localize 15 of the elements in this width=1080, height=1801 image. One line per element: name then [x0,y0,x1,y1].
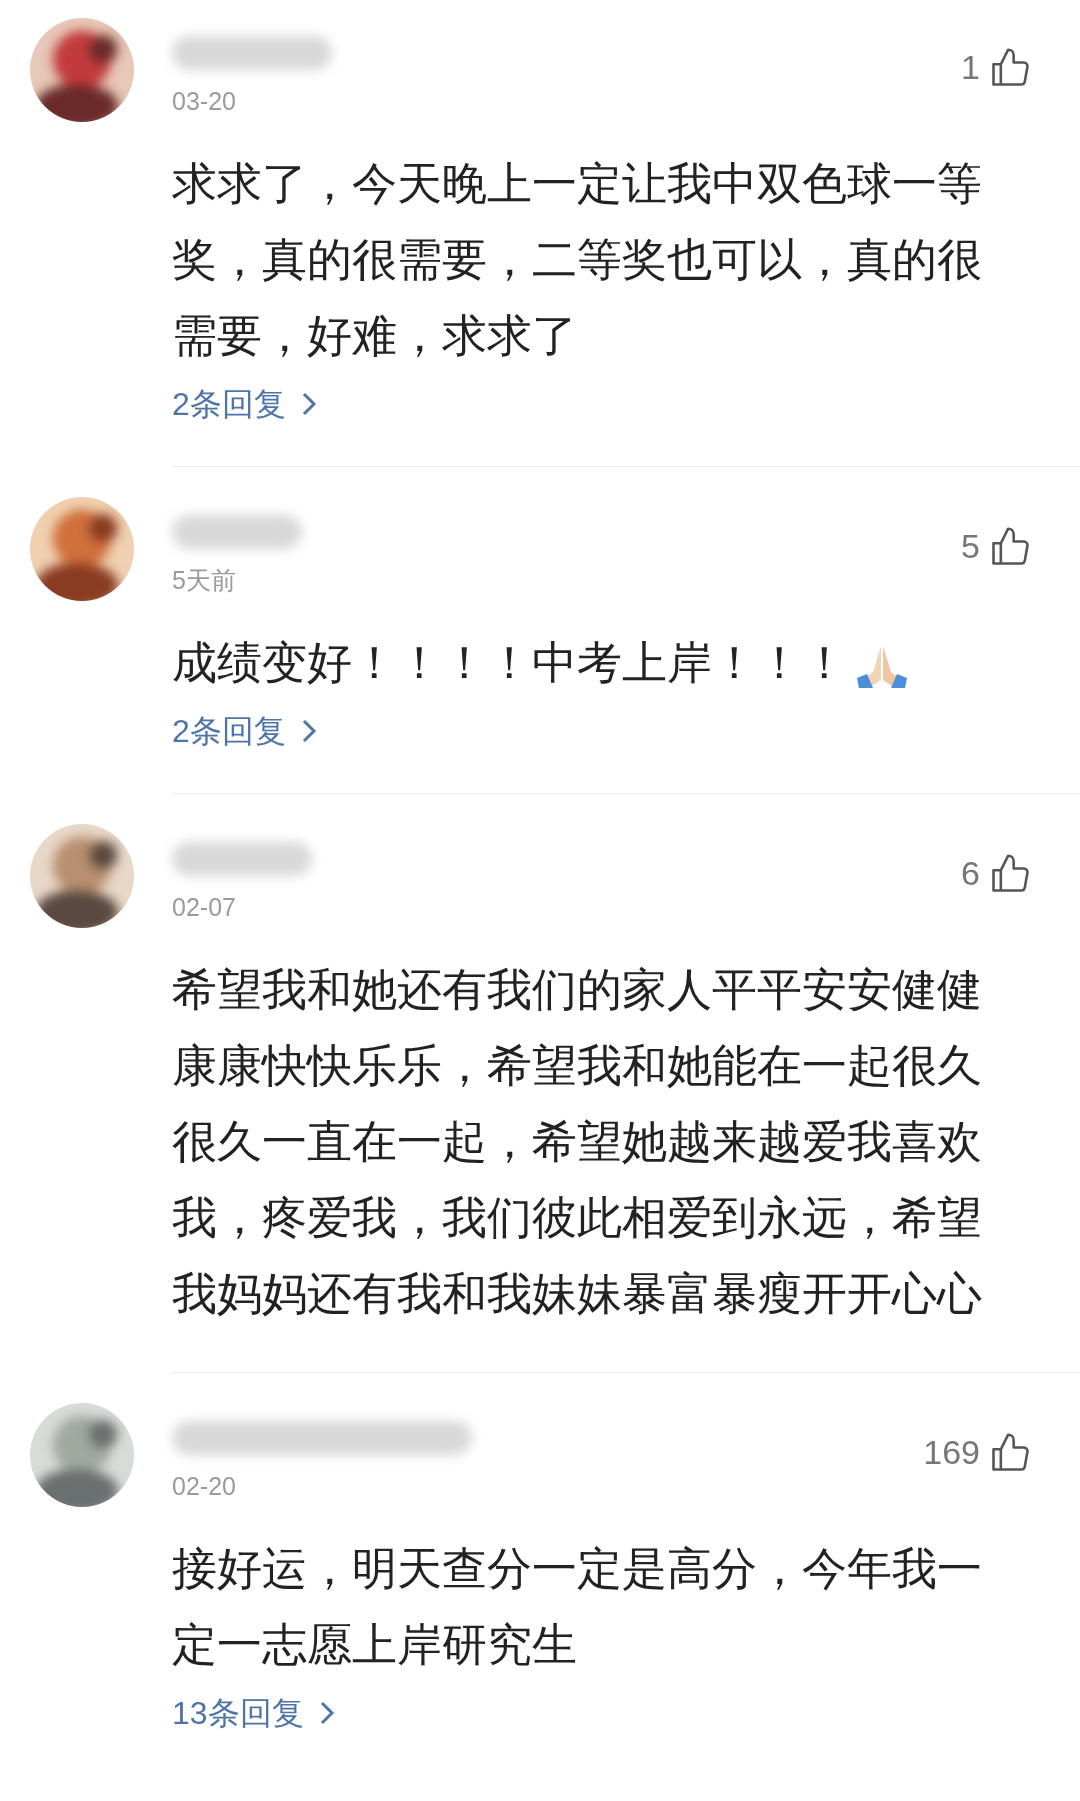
replies-link[interactable]: 2条回复 [172,709,320,753]
comment-text: 成绩变好！！！！中考上岸！！！ [172,625,1002,701]
comment-text: 求求了，今天晚上一定让我中双色球一等奖，真的很需要，二等奖也可以，真的很需要，好难，求求了 [172,157,983,363]
comment-text: 希望我和她还有我们的家人平平安安健健康康快快乐乐，希望我和她能在一起很久很久一直在一起，希望她越来越爱我喜欢我，疼爱我，我们彼此相爱到永远，希望我妈妈还有我和我妹妹暴富暴瘦开开心心 [172,963,983,1321]
comment-date: 02-20 [172,1471,237,1502]
replies-link[interactable]: 2条回复 [172,382,320,426]
like-count: 1 [961,47,980,88]
comment-date: 03-20 [172,86,237,117]
like-count: 6 [961,853,980,894]
comment-date: 02-07 [172,892,237,923]
replies-link[interactable]: 13条回复 [172,1691,338,1735]
comment-text: 接好运，明天查分一定是高分，今年我一定一志愿上岸研究生 [172,1542,983,1672]
like-count: 169 [923,1432,980,1473]
comment-date: 5天前 [172,565,237,596]
like-count: 5 [961,526,980,567]
